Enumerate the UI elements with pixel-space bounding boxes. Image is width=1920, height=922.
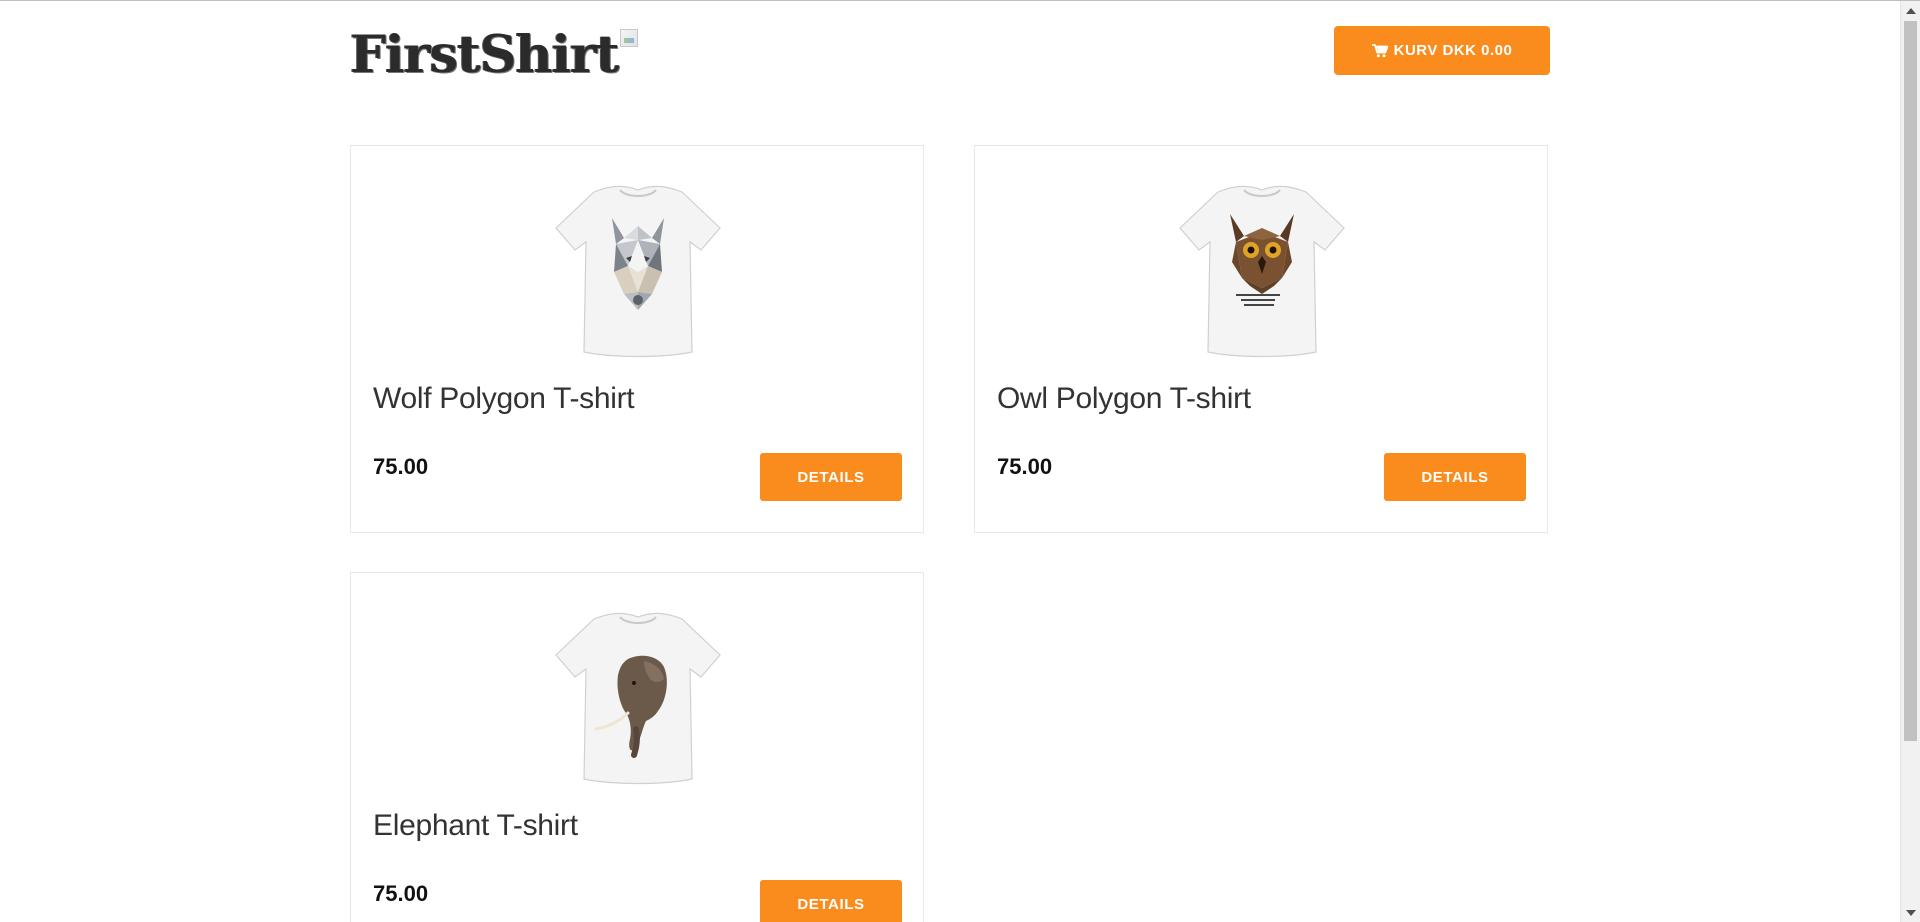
details-button[interactable]: DETAILS [760,880,902,922]
product-card: Elephant T-shirt 75.00 DETAILS [350,572,924,922]
product-title[interactable]: Wolf Polygon T-shirt [373,382,635,416]
site-logo[interactable]: FirstShirt [350,25,639,85]
page: FirstShirt KURV DKK 0.00 Wolf Polygon T-… [0,0,1920,922]
scroll-down-arrow-icon[interactable] [1906,910,1916,916]
product-price: 75.00 [373,881,429,906]
wolf-tshirt-image[interactable] [554,182,722,360]
broken-image-icon [620,29,639,47]
scrollbar-thumb[interactable] [1904,21,1917,741]
product-title[interactable]: Owl Polygon T-shirt [997,382,1251,416]
elephant-tshirt-image[interactable] [554,609,722,787]
product-card: Wolf Polygon T-shirt 75.00 DETAILS [350,145,924,533]
scroll-up-arrow-icon[interactable] [1906,8,1916,14]
cart-label: KURV DKK 0.00 [1393,42,1513,59]
page-content: FirstShirt KURV DKK 0.00 Wolf Polygon T-… [0,1,1900,922]
product-card: Owl Polygon T-shirt 75.00 DETAILS [974,145,1548,533]
logo-text: FirstShirt [350,25,619,85]
vertical-scrollbar[interactable] [1900,1,1920,922]
product-price: 75.00 [373,454,429,479]
product-price: 75.00 [997,454,1053,479]
product-title[interactable]: Elephant T-shirt [373,809,578,843]
cart-button[interactable]: KURV DKK 0.00 [1334,26,1550,75]
details-button[interactable]: DETAILS [1384,453,1526,501]
details-button[interactable]: DETAILS [760,453,902,501]
owl-tshirt-image[interactable] [1178,182,1346,360]
shopping-cart-icon [1371,43,1388,57]
